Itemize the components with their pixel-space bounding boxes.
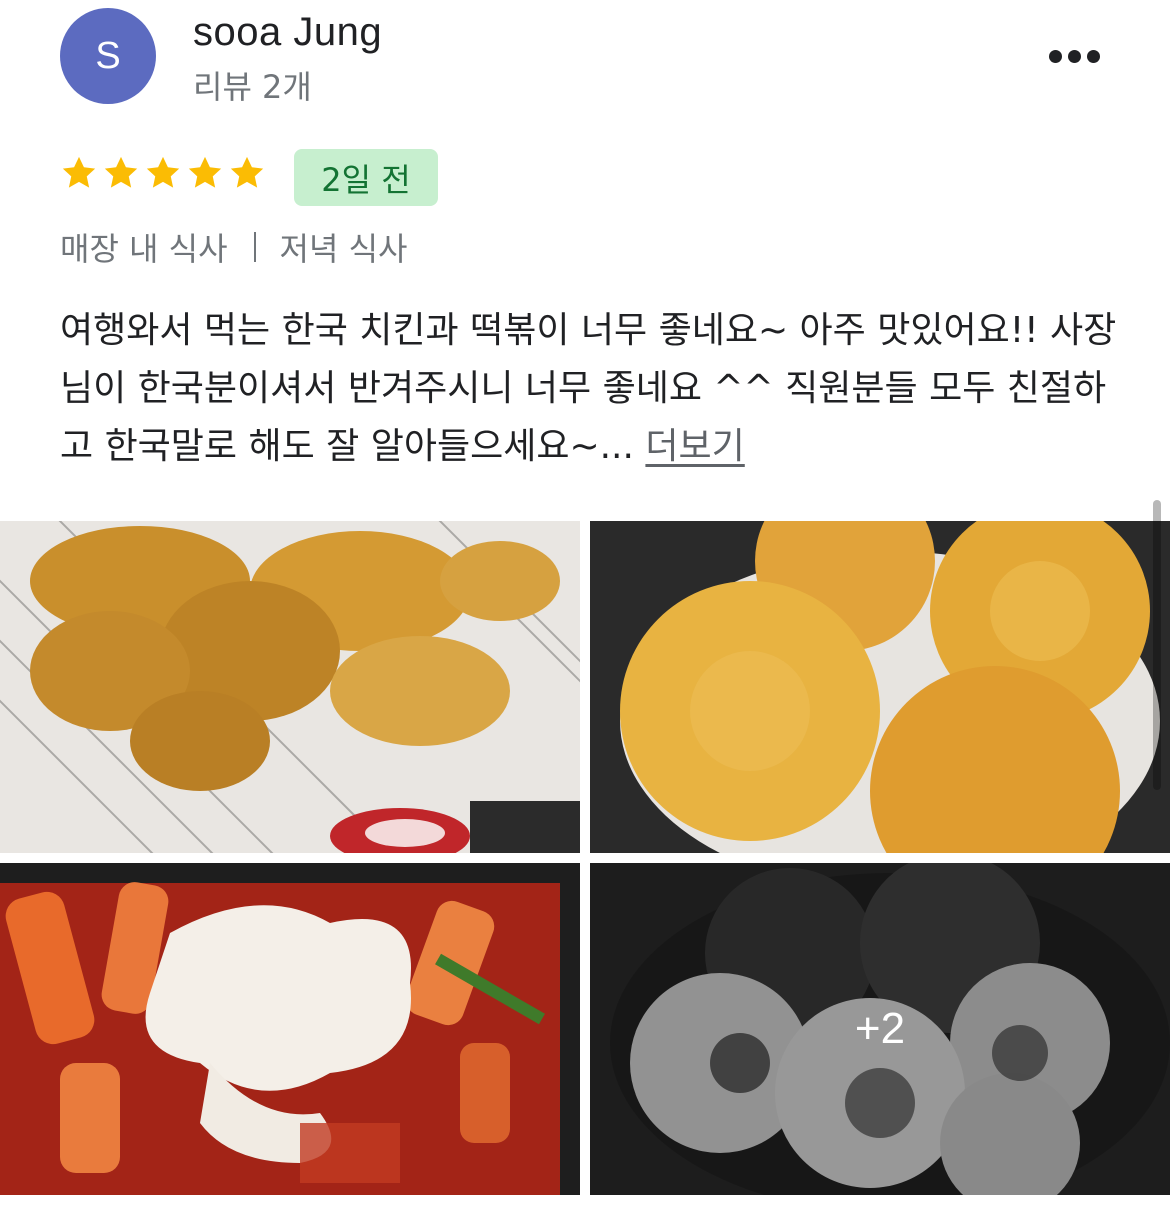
avatar[interactable]: S xyxy=(60,8,156,104)
more-photos-overlay[interactable]: +2 xyxy=(590,863,1170,1195)
read-more-link[interactable]: 더보기 xyxy=(645,426,744,467)
review-body: 여행와서 먹는 한국 치킨과 떡볶이 너무 좋네요~ 아주 맛있어요!! 사장님… xyxy=(60,302,1120,476)
review-photo-tteokbokki[interactable] xyxy=(0,863,580,1195)
review-photo-croquette[interactable] xyxy=(590,521,1170,853)
more-options-button[interactable] xyxy=(1040,36,1108,76)
review-text: 여행와서 먹는 한국 치킨과 떡볶이 너무 좋네요~ 아주 맛있어요!! 사장님… xyxy=(60,310,1117,467)
star-icon xyxy=(230,156,264,188)
review-photo-chicken[interactable] xyxy=(0,521,580,853)
divider xyxy=(253,232,256,262)
review-count: 리뷰 2개 xyxy=(193,68,312,106)
more-dot-icon xyxy=(1067,49,1081,63)
star-icon xyxy=(104,156,138,188)
star-icon xyxy=(188,156,222,188)
tteokbokki-photo xyxy=(0,863,580,1195)
croquette-photo xyxy=(590,521,1170,853)
visit-meta: 매장 내 식사 저녁 식사 xyxy=(60,224,407,270)
more-dot-icon xyxy=(1048,49,1062,63)
star-rating xyxy=(60,154,266,192)
author-name[interactable]: sooa Jung xyxy=(193,10,382,55)
review-photo-rice-ball[interactable]: +2 xyxy=(590,863,1170,1195)
star-icon xyxy=(62,156,96,188)
more-photos-count: +2 xyxy=(854,1004,906,1053)
fried-chicken-photo xyxy=(0,521,580,853)
meal-type: 저녁 식사 xyxy=(279,230,408,268)
service-type: 매장 내 식사 xyxy=(60,230,228,268)
scrollbar[interactable] xyxy=(1153,500,1161,790)
review-card: S sooa Jung 리뷰 2개 2일 전 매장 내 식사 저녁 식사 여행와… xyxy=(0,0,1170,1228)
date-badge: 2일 전 xyxy=(294,149,438,206)
more-dot-icon xyxy=(1086,49,1100,63)
avatar-letter: S xyxy=(95,34,121,77)
star-icon xyxy=(146,156,180,188)
